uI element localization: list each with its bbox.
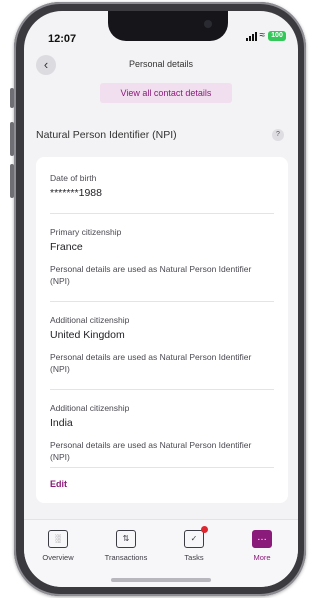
divider [50, 389, 274, 390]
dob-label: Date of birth [50, 173, 97, 183]
tasks-icon: ✓ [184, 526, 208, 548]
tab-tasks[interactable]: ✓ Tasks [166, 526, 222, 562]
help-icon[interactable]: ? [272, 129, 284, 141]
additional-citizenship-label: Additional citizenship [50, 403, 130, 413]
page-header: ‹ Personal details [24, 55, 298, 79]
tab-bar: ░ Overview ⇅ Transactions ✓ Tasks … More [24, 519, 298, 587]
npi-section-header: Natural Person Identifier (NPI) ? [24, 129, 298, 149]
tab-label: More [253, 553, 271, 562]
overview-icon: ░ [48, 530, 68, 548]
additional-citizenship-label: Additional citizenship [50, 315, 130, 325]
tab-overview[interactable]: ░ Overview [30, 530, 86, 562]
more-icon: … [252, 530, 272, 548]
camera-icon [204, 20, 212, 28]
additional-citizenship-note: Personal details are used as Natural Per… [50, 352, 252, 374]
page-title: Personal details [128, 59, 194, 69]
status-icons: ≈ 100 [245, 30, 286, 41]
primary-citizenship-note: Personal details are used as Natural Per… [50, 264, 252, 286]
tab-more[interactable]: … More [234, 530, 290, 562]
notification-dot [201, 526, 208, 533]
section-title: Natural Person Identifier (NPI) [36, 129, 177, 141]
volume-down-button [10, 164, 14, 198]
edit-button[interactable]: Edit [50, 479, 67, 489]
mute-switch [10, 88, 14, 108]
additional-citizenship-value: United Kingdom [50, 329, 125, 341]
dob-value: *******1988 [50, 187, 102, 199]
tab-label: Tasks [184, 553, 204, 562]
primary-citizenship-label: Primary citizenship [50, 227, 122, 237]
tab-transactions[interactable]: ⇅ Transactions [98, 530, 154, 562]
phone-screen: 12:07 ≈ 100 ‹ Personal details View all … [24, 11, 298, 587]
divider [50, 467, 274, 468]
home-indicator [111, 578, 211, 582]
primary-citizenship-value: France [50, 241, 83, 253]
battery-icon: 100 [268, 31, 286, 41]
volume-up-button [10, 122, 14, 156]
tab-label: Transactions [104, 553, 148, 562]
additional-citizenship-value: India [50, 417, 73, 429]
personal-details-card: Date of birth *******1988 Primary citize… [36, 157, 288, 503]
signal-icon [245, 31, 257, 41]
additional-citizenship-note: Personal details are used as Natural Per… [50, 440, 252, 462]
status-time: 12:07 [48, 33, 77, 45]
wifi-icon: ≈ [259, 30, 266, 41]
view-all-contact-details-button[interactable]: View all contact details [100, 83, 232, 103]
tab-label: Overview [42, 553, 74, 562]
divider [50, 301, 274, 302]
transactions-icon: ⇅ [116, 530, 136, 548]
divider [50, 213, 274, 214]
notch [108, 11, 228, 41]
